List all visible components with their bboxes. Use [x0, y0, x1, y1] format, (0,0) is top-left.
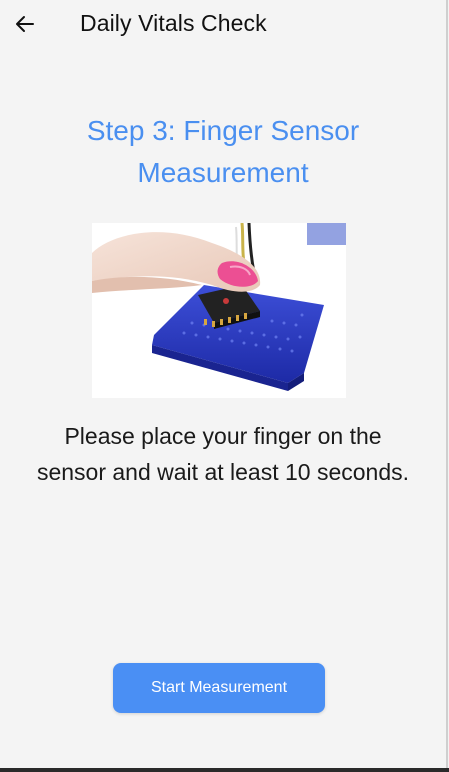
start-measurement-button[interactable]: Start Measurement: [113, 663, 325, 713]
system-bottom-bar: [0, 768, 449, 772]
step-title: Step 3: Finger Sensor Measurement: [86, 115, 360, 188]
instruction-text: Please place your finger on the sensor a…: [36, 423, 410, 485]
arrow-left-icon: [16, 16, 34, 32]
sensor-illustration: [92, 223, 346, 398]
page-title: Daily Vitals Check: [80, 10, 267, 36]
finger-sensor-picture: [92, 223, 346, 398]
app-screen: Daily Vitals Check Step 3: Finger Sensor…: [0, 0, 448, 768]
app-header: Daily Vitals Check: [0, 0, 446, 48]
back-button[interactable]: [10, 9, 40, 39]
